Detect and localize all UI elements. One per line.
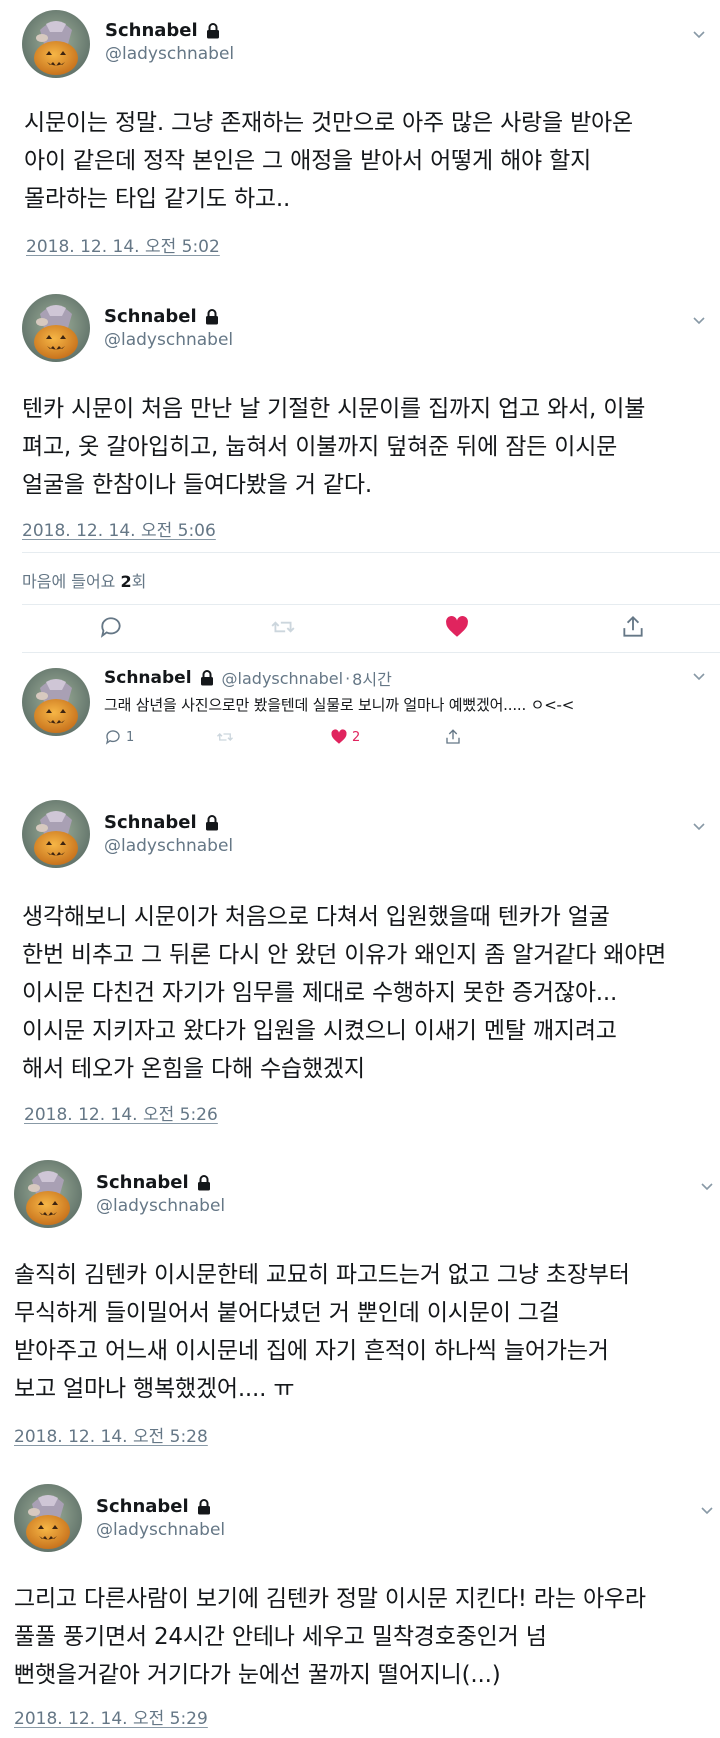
meta-dot: · (345, 668, 351, 688)
avatar[interactable] (22, 10, 90, 78)
like-filled-icon (331, 729, 347, 744)
divider (22, 652, 720, 653)
author-name-row[interactable]: Schnabel (96, 1172, 211, 1193)
share-icon[interactable] (444, 728, 462, 746)
author-handle[interactable]: @ladyschnabel (104, 330, 233, 350)
like-filled-icon[interactable] (444, 614, 470, 640)
like-button[interactable]: 2 (330, 728, 360, 746)
author-name-row[interactable]: Schnabel (105, 20, 220, 41)
avatar[interactable] (14, 1160, 82, 1228)
author-handle[interactable]: @ladyschnabel (96, 1520, 225, 1540)
author-handle[interactable]: @ladyschnabel (104, 836, 233, 856)
lock-icon (206, 23, 220, 39)
tweet-text: 시문이는 정말. 그냥 존재하는 것만으로 아주 많은 사랑을 받아온 아이 같… (24, 110, 633, 212)
tweet-timestamp[interactable]: 2018. 12. 14. 오전 5:28 (14, 1422, 208, 1447)
author-name: Schnabel (96, 1496, 189, 1517)
avatar[interactable] (22, 294, 90, 362)
retweet-icon[interactable] (270, 614, 296, 640)
reply-time[interactable]: 8시간 (352, 666, 392, 690)
tweet-text: 텐카 시문이 처음 만난 날 기절한 시문이를 집까지 업고 와서, 이불 펴고… (22, 396, 646, 498)
lock-icon (197, 1175, 211, 1191)
lock-icon (205, 309, 219, 325)
avatar[interactable] (14, 1484, 82, 1552)
divider (22, 552, 720, 553)
author-name-row[interactable]: Schnabel (104, 306, 219, 327)
author-name: Schnabel (104, 306, 197, 327)
author-handle[interactable]: @ladyschnabel (105, 44, 234, 64)
author-name: Schnabel (104, 668, 192, 688)
reply-icon[interactable] (98, 614, 124, 640)
tweet-text: 솔직히 김텐카 이시문한테 교묘히 파고드는거 없고 그냥 초장부터 무식하게 … (14, 1262, 630, 1402)
tweet-text: 그리고 다른사람이 보기에 김텐카 정말 이시문 지킨다! 라는 아우라 풀풀 … (14, 1586, 646, 1688)
tweet-timestamp[interactable]: 2018. 12. 14. 오전 5:29 (14, 1704, 208, 1729)
chevron-down-icon[interactable] (692, 822, 706, 832)
chevron-down-icon[interactable] (700, 1506, 714, 1516)
tweet-timestamp[interactable]: 2018. 12. 14. 오전 5:26 (24, 1100, 218, 1125)
likes-count-line[interactable]: 마음에 들어요 2회 (22, 568, 146, 592)
likes-label: 마음에 들어요 (22, 572, 116, 591)
reply-text: 그래 삼년을 사진으로만 봤을텐데 실물로 보니까 얼마나 예뻤겠어..... … (104, 696, 575, 714)
author-handle[interactable]: @ladyschnabel (96, 1196, 225, 1216)
tweet-text: 생각해보니 시문이가 처음으로 다쳐서 입원했을때 텐카가 얼굴 한번 비추고 … (22, 904, 667, 1082)
avatar[interactable] (22, 668, 90, 736)
author-name: Schnabel (96, 1172, 189, 1193)
reply-button[interactable]: 1 (104, 728, 134, 746)
reply-count: 1 (126, 729, 135, 745)
likes-suffix: 회 (131, 572, 147, 591)
author-name: Schnabel (104, 812, 197, 833)
chevron-down-icon[interactable] (692, 672, 706, 682)
author-name-row[interactable]: Schnabel (96, 1496, 211, 1517)
divider (22, 604, 720, 605)
chevron-down-icon[interactable] (692, 316, 706, 326)
author-handle[interactable]: @ladyschnabel (222, 669, 344, 688)
avatar[interactable] (22, 800, 90, 868)
tweet-timestamp[interactable]: 2018. 12. 14. 오전 5:02 (26, 232, 220, 257)
author-name-row[interactable]: Schnabel (104, 812, 219, 833)
reply-icon (105, 730, 120, 745)
tweet-timestamp[interactable]: 2018. 12. 14. 오전 5:06 (22, 516, 216, 541)
lock-icon (200, 670, 214, 686)
lock-icon (205, 815, 219, 831)
chevron-down-icon[interactable] (692, 30, 706, 40)
like-count: 2 (352, 729, 361, 745)
likes-count: 2 (120, 572, 132, 591)
retweet-icon[interactable] (216, 728, 234, 746)
chevron-down-icon[interactable] (700, 1182, 714, 1192)
author-name: Schnabel (105, 20, 198, 41)
author-name-row[interactable]: Schnabel @ladyschnabel · 8시간 (104, 666, 392, 690)
share-icon[interactable] (620, 614, 646, 640)
lock-icon (197, 1499, 211, 1515)
